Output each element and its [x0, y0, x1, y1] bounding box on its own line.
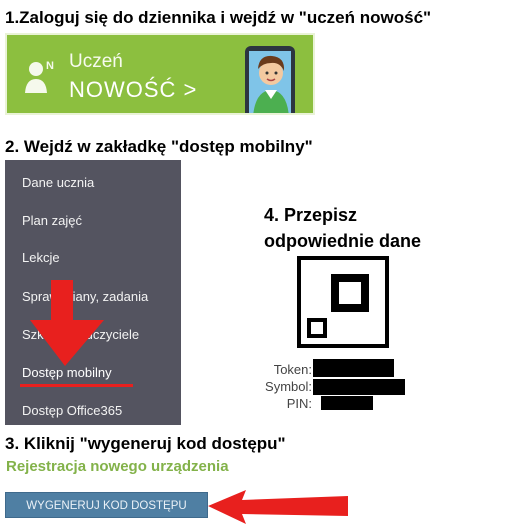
active-underline	[20, 384, 133, 387]
menu-item-dane-ucznia[interactable]: Dane ucznia	[22, 175, 94, 191]
step-2-instruction: 2. Wejdź w zakładkę "dostęp mobilny"	[5, 137, 313, 156]
pin-value-redacted	[321, 396, 373, 410]
pin-label: PIN:	[286, 396, 312, 411]
menu-item-dostep-office365[interactable]: Dostęp Office365	[22, 403, 122, 419]
symbol-value-redacted	[313, 379, 405, 395]
generate-code-button[interactable]: WYGENERUJ KOD DOSTĘPU	[5, 492, 208, 518]
registration-title: Rejestracja nowego urządzenia	[6, 458, 229, 475]
qr-code	[297, 256, 389, 348]
left-arrow-annotation	[208, 490, 348, 524]
step-1-instruction: 1.Zaloguj się do dziennika i wejdź w "uc…	[5, 8, 432, 27]
uczen-nowosc-banner[interactable]: N Uczeń NOWOŚĆ >	[5, 33, 315, 115]
user-new-icon: N	[25, 60, 54, 93]
banner-subtitle: NOWOŚĆ >	[69, 77, 198, 102]
menu-item-plan-zajec[interactable]: Plan zajęć	[22, 213, 82, 229]
token-value-redacted	[313, 359, 394, 377]
symbol-label: Symbol:	[265, 379, 312, 394]
svg-text:N: N	[46, 60, 54, 72]
step-4-line2: odpowiednie dane	[264, 231, 422, 251]
down-arrow-annotation	[30, 280, 104, 366]
step-4-line1: 4. Przepisz	[264, 205, 358, 225]
banner-title: Uczeń	[69, 51, 123, 72]
menu-item-lekcje[interactable]: Lekcje	[22, 250, 60, 266]
step-3-instruction: 3. Kliknij "wygeneruj kod dostępu"	[5, 434, 286, 453]
token-label: Token:	[273, 362, 312, 377]
phone-student-icon	[245, 46, 295, 113]
